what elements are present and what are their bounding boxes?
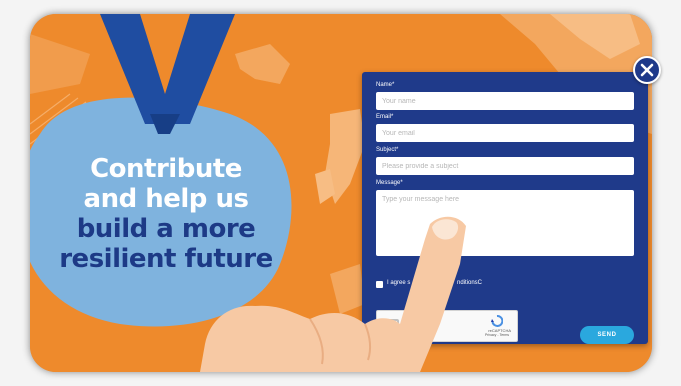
close-button[interactable]: [633, 56, 661, 84]
pointing-hand-illustration: [200, 216, 466, 372]
contribute-banner: Contribute and help us build a more resi…: [30, 14, 652, 372]
close-icon: [640, 63, 654, 77]
